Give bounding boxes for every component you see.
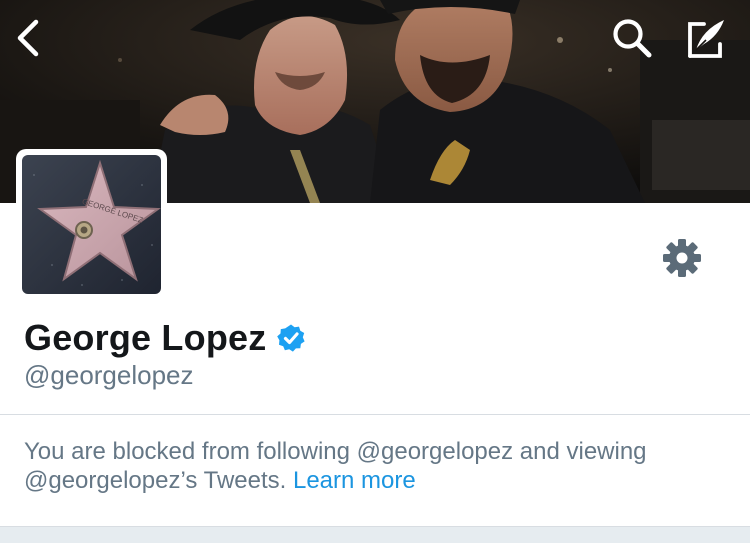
blocked-notice: You are blocked from following @georgelo…	[24, 437, 724, 495]
compose-tweet-icon	[688, 20, 724, 58]
profile-screen: GEORGE LOPEZ George Lopez @georgelopez Y…	[0, 0, 750, 543]
verified-badge-icon	[276, 323, 306, 353]
search-button[interactable]	[606, 14, 658, 62]
profile-name-row: George Lopez	[24, 314, 306, 362]
bottom-section-separator	[0, 526, 750, 543]
profile-avatar[interactable]: GEORGE LOPEZ	[16, 149, 167, 300]
profile-name: George Lopez	[24, 317, 267, 358]
profile-handle: @georgelopez	[24, 360, 194, 390]
gear-icon	[663, 239, 701, 277]
learn-more-link[interactable]: Learn more	[293, 467, 416, 494]
divider	[0, 414, 750, 415]
settings-button[interactable]	[656, 232, 708, 284]
avatar-image: GEORGE LOPEZ	[22, 155, 161, 294]
chevron-left-icon	[17, 19, 39, 57]
compose-tweet-button[interactable]	[680, 14, 732, 62]
back-button[interactable]	[6, 14, 50, 62]
search-icon	[613, 19, 652, 58]
